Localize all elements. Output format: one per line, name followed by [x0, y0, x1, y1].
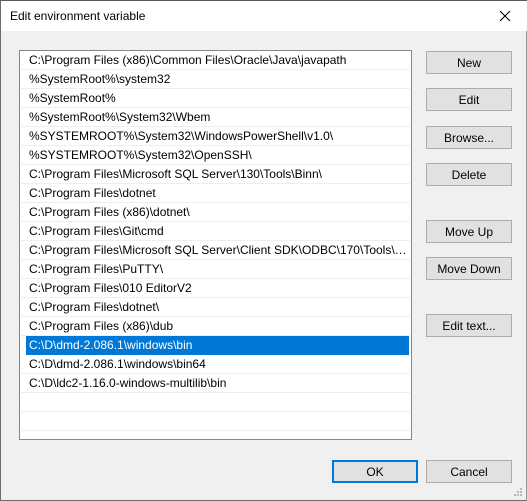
list-item[interactable] [21, 412, 410, 431]
edit-button[interactable]: Edit [426, 88, 512, 111]
list-item[interactable]: C:\D\ldc2-1.16.0-windows-multilib\bin [21, 374, 410, 393]
list-item[interactable]: C:\Program Files (x86)\dub [21, 317, 410, 336]
edit-text-button[interactable]: Edit text... [426, 314, 512, 337]
list-item[interactable]: %SystemRoot%\system32 [21, 70, 410, 89]
list-item[interactable]: %SYSTEMROOT%\System32\WindowsPowerShell\… [21, 127, 410, 146]
title-bar[interactable]: Edit environment variable [1, 1, 527, 31]
list-item[interactable]: %SYSTEMROOT%\System32\OpenSSH\ [21, 146, 410, 165]
list-item[interactable]: C:\Program Files\010 EditorV2 [21, 279, 410, 298]
list-item[interactable]: C:\Program Files (x86)\Common Files\Orac… [21, 51, 410, 70]
move-down-button[interactable]: Move Down [426, 257, 512, 280]
browse-button[interactable]: Browse... [426, 126, 512, 149]
list-item[interactable]: C:\Program Files\dotnet\ [21, 298, 410, 317]
dialog-title: Edit environment variable [10, 9, 146, 23]
list-item[interactable]: C:\Program Files\Microsoft SQL Server\Cl… [21, 241, 410, 260]
list-item[interactable]: C:\Program Files\Microsoft SQL Server\13… [21, 165, 410, 184]
resize-grip-icon[interactable] [512, 486, 524, 498]
list-item[interactable]: C:\Program Files\Git\cmd [21, 222, 410, 241]
list-item[interactable]: %SystemRoot%\System32\Wbem [21, 108, 410, 127]
delete-button[interactable]: Delete [426, 163, 512, 186]
list-item[interactable]: C:\D\dmd-2.086.1\windows\bin64 [21, 355, 410, 374]
list-item[interactable]: C:\Program Files\PuTTY\ [21, 260, 410, 279]
list-item[interactable] [21, 393, 410, 412]
list-item[interactable]: C:\Program Files\dotnet [21, 184, 410, 203]
edit-environment-variable-dialog: Edit environment variable C:\Program Fil… [0, 0, 527, 501]
ok-button[interactable]: OK [332, 460, 418, 483]
move-up-button[interactable]: Move Up [426, 220, 512, 243]
new-button[interactable]: New [426, 51, 512, 74]
list-item[interactable]: C:\Program Files (x86)\dotnet\ [21, 203, 410, 222]
close-button[interactable] [483, 1, 527, 31]
close-icon [499, 10, 511, 22]
path-list[interactable]: C:\Program Files (x86)\Common Files\Orac… [19, 50, 412, 440]
list-item-selected[interactable]: C:\D\dmd-2.086.1\windows\bin [26, 336, 409, 355]
cancel-button[interactable]: Cancel [426, 460, 512, 483]
list-item[interactable]: %SystemRoot% [21, 89, 410, 108]
